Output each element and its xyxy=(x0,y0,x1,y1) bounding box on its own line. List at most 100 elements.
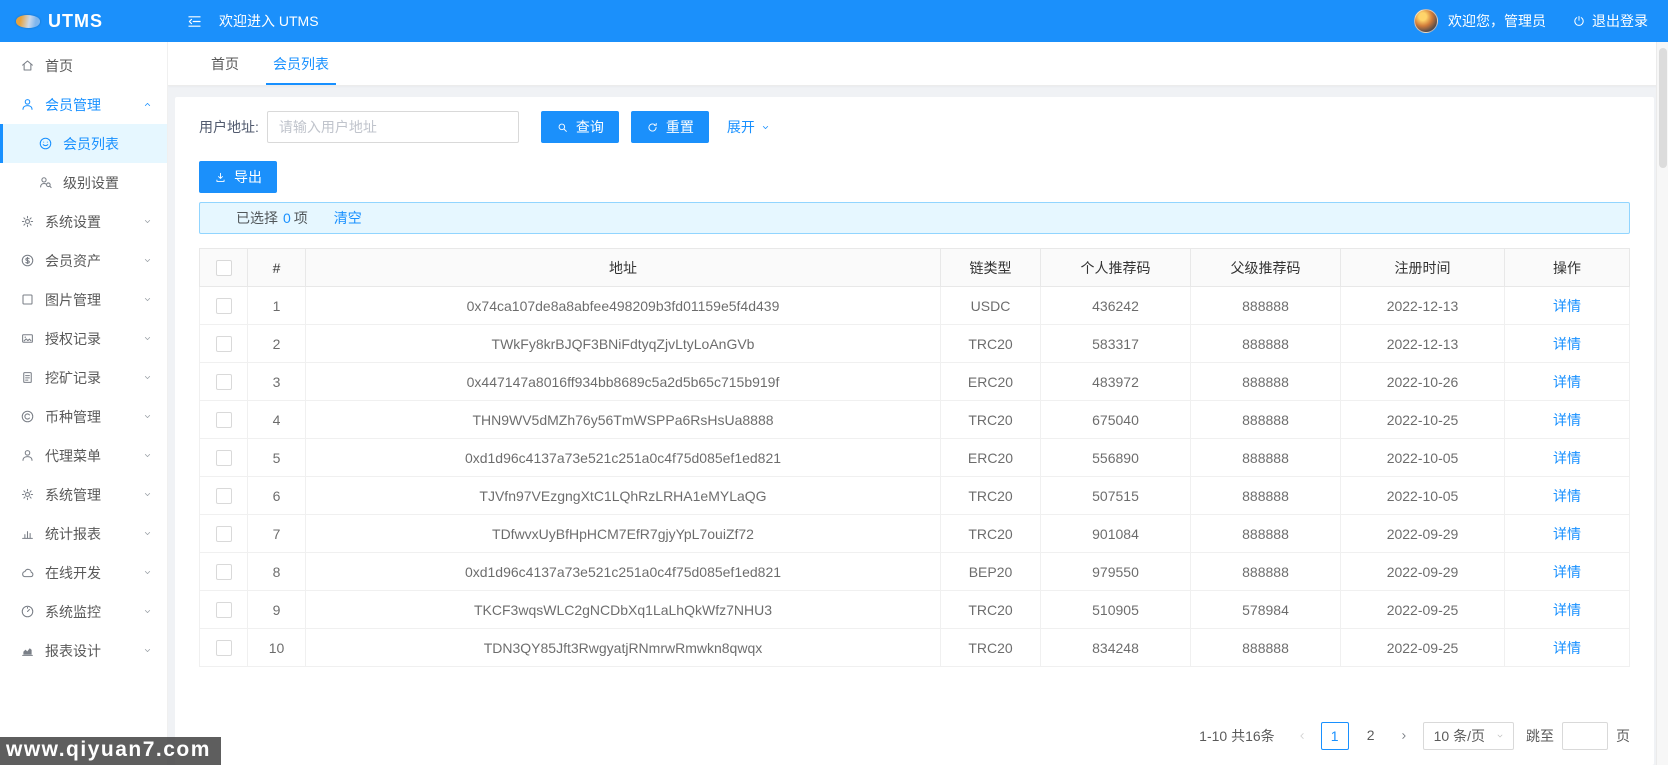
user-search-icon xyxy=(38,175,53,190)
sidebar-item-home[interactable]: 首页 xyxy=(0,46,167,85)
sidebar-item-label: 在线开发 xyxy=(45,563,101,583)
sidebar-item-member-assets[interactable]: 会员资产 xyxy=(0,241,167,280)
row-checkbox[interactable] xyxy=(216,526,232,542)
chevron-down-icon xyxy=(142,372,153,383)
sidebar-item-member-list[interactable]: 会员列表 xyxy=(0,124,167,163)
pagination-page-2[interactable]: 2 xyxy=(1357,722,1385,750)
row-checkbox[interactable] xyxy=(216,450,232,466)
selected-prefix: 已选择 xyxy=(236,208,278,228)
sidebar-item-agent-menu[interactable]: 代理菜单 xyxy=(0,436,167,475)
chevron-down-icon xyxy=(142,450,153,461)
row-parent-code: 888888 xyxy=(1191,325,1341,363)
row-reg-time: 2022-12-13 xyxy=(1341,325,1505,363)
table-row: 7 TDfwvxUyBfHpHCM7EfR7gjyYpL7ouiZf72 TRC… xyxy=(200,515,1630,553)
row-personal-code: 834248 xyxy=(1041,629,1191,667)
sidebar-item-label: 币种管理 xyxy=(45,407,101,427)
sidebar-item-online-dev[interactable]: 在线开发 xyxy=(0,553,167,592)
user-address-input[interactable] xyxy=(267,111,519,143)
row-checkbox[interactable] xyxy=(216,374,232,390)
sidebar-item-label: 挖矿记录 xyxy=(45,368,101,388)
pagination-prev-button[interactable] xyxy=(1291,722,1313,750)
cloud-icon xyxy=(20,565,35,580)
member-table: # 地址 链类型 个人推荐码 父级推荐码 注册时间 操作 1 0x74ca107… xyxy=(199,248,1630,667)
filter-label: 用户地址: xyxy=(199,117,259,137)
select-all-checkbox[interactable] xyxy=(216,260,232,276)
row-detail-link[interactable]: 详情 xyxy=(1553,374,1581,390)
sidebar-item-member-management[interactable]: 会员管理 xyxy=(0,85,167,124)
export-button[interactable]: 导出 xyxy=(199,161,277,193)
sidebar-item-mining-records[interactable]: 挖矿记录 xyxy=(0,358,167,397)
sidebar-item-authorization-records[interactable]: 授权记录 xyxy=(0,319,167,358)
sidebar-item-label: 代理菜单 xyxy=(45,446,101,466)
row-detail-link[interactable]: 详情 xyxy=(1553,602,1581,618)
row-detail-link[interactable]: 详情 xyxy=(1553,526,1581,542)
row-checkbox[interactable] xyxy=(216,488,232,504)
table-row: 3 0x447147a8016ff934bb8689c5a2d5b65c715b… xyxy=(200,363,1630,401)
pagination-next-button[interactable] xyxy=(1393,722,1415,750)
sidebar-item-system-monitor[interactable]: 系统监控 xyxy=(0,592,167,631)
row-checkbox[interactable] xyxy=(216,412,232,428)
row-chain-type: TRC20 xyxy=(941,477,1041,515)
scrollbar[interactable] xyxy=(1656,42,1668,765)
page-size-select[interactable]: 10 条/页 xyxy=(1423,722,1514,750)
tab-member-list[interactable]: 会员列表 xyxy=(256,42,346,85)
row-detail-link[interactable]: 详情 xyxy=(1553,412,1581,428)
pagination-page-1[interactable]: 1 xyxy=(1321,722,1349,750)
clear-selection-link[interactable]: 清空 xyxy=(334,208,362,228)
sidebar-item-coin-management[interactable]: 币种管理 xyxy=(0,397,167,436)
row-checkbox[interactable] xyxy=(216,564,232,580)
row-index: 7 xyxy=(248,515,306,553)
row-index: 2 xyxy=(248,325,306,363)
jump-label: 跳至 xyxy=(1526,726,1554,746)
row-checkbox[interactable] xyxy=(216,298,232,314)
row-reg-time: 2022-10-05 xyxy=(1341,439,1505,477)
row-checkbox[interactable] xyxy=(216,640,232,656)
row-index: 1 xyxy=(248,287,306,325)
search-button[interactable]: 查询 xyxy=(541,111,619,143)
row-checkbox[interactable] xyxy=(216,602,232,618)
row-chain-type: TRC20 xyxy=(941,325,1041,363)
row-parent-code: 578984 xyxy=(1191,591,1341,629)
row-detail-link[interactable]: 详情 xyxy=(1553,450,1581,466)
bar-chart-icon xyxy=(20,526,35,541)
sidebar-item-report-design[interactable]: 报表设计 xyxy=(0,631,167,670)
sidebar-item-level-settings[interactable]: 级别设置 xyxy=(0,163,167,202)
expand-link[interactable]: 展开 xyxy=(727,117,771,137)
chevron-down-icon xyxy=(142,528,153,539)
reset-button[interactable]: 重置 xyxy=(631,111,709,143)
logo-text: UTMS xyxy=(48,11,103,32)
content: 用户地址: 查询 重置 展开 导出 已 xyxy=(168,86,1668,765)
row-detail-link[interactable]: 详情 xyxy=(1553,488,1581,504)
row-chain-type: BEP20 xyxy=(941,553,1041,591)
row-address: THN9WV5dMZh76y56TmWSPPa6RsHsUa8888 xyxy=(306,401,941,439)
copyright-icon xyxy=(20,409,35,424)
row-reg-time: 2022-09-29 xyxy=(1341,515,1505,553)
sidebar-item-system-settings[interactable]: 系统设置 xyxy=(0,202,167,241)
selection-bar: 已选择 0 项 清空 xyxy=(199,202,1630,234)
row-detail-link[interactable]: 详情 xyxy=(1553,640,1581,656)
sidebar-item-image-management[interactable]: 图片管理 xyxy=(0,280,167,319)
row-parent-code: 888888 xyxy=(1191,629,1341,667)
user-icon xyxy=(20,97,35,112)
sidebar-item-statistics-report[interactable]: 统计报表 xyxy=(0,514,167,553)
menu-fold-icon[interactable] xyxy=(186,13,203,30)
sidebar-item-label: 报表设计 xyxy=(45,641,101,661)
row-checkbox[interactable] xyxy=(216,336,232,352)
sidebar-item-system-management[interactable]: 系统管理 xyxy=(0,475,167,514)
table-row: 10 TDN3QY85Jft3RwgyatjRNmrwRmwkn8qwqx TR… xyxy=(200,629,1630,667)
area-chart-icon xyxy=(20,643,35,658)
power-icon xyxy=(1572,14,1586,28)
row-address: TWkFy8krBJQF3BNiFdtyqZjvLtyLoAnGVb xyxy=(306,325,941,363)
tab-home[interactable]: 首页 xyxy=(194,42,256,85)
scrollbar-thumb[interactable] xyxy=(1659,48,1667,168)
row-index: 3 xyxy=(248,363,306,401)
row-reg-time: 2022-09-25 xyxy=(1341,629,1505,667)
logout-button[interactable]: 退出登录 xyxy=(1572,11,1648,31)
chevron-down-icon xyxy=(142,645,153,656)
row-detail-link[interactable]: 详情 xyxy=(1553,564,1581,580)
chevron-down-icon xyxy=(760,122,771,133)
row-detail-link[interactable]: 详情 xyxy=(1553,336,1581,352)
jump-page-input[interactable] xyxy=(1562,722,1608,750)
row-detail-link[interactable]: 详情 xyxy=(1553,298,1581,314)
selected-suffix: 项 xyxy=(294,208,308,228)
